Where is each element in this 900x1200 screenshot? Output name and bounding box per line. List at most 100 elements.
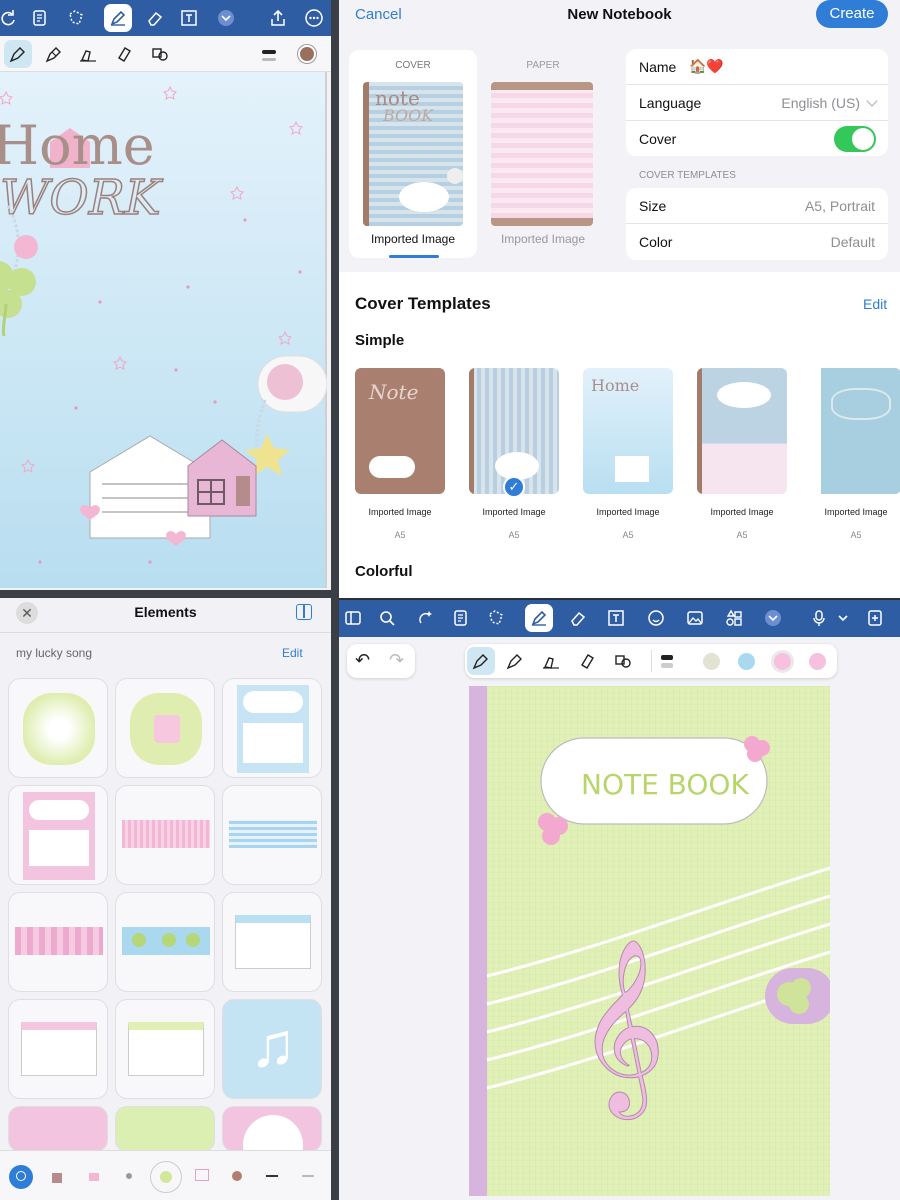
paper-tab-card[interactable]: PAPER Imported Image: [479, 50, 607, 258]
sticker-clover-icon[interactable]: [150, 1161, 182, 1193]
shape-tool-icon[interactable]: [609, 647, 637, 675]
edit-templates-button[interactable]: Edit: [863, 296, 887, 312]
highlighter-icon[interactable]: [573, 647, 601, 675]
stroke-width-thin-icon[interactable]: [661, 663, 673, 668]
eraser-icon[interactable]: [140, 4, 168, 32]
brush-pen-icon[interactable]: [74, 40, 102, 68]
template-pink-notebook[interactable]: [697, 368, 787, 494]
sidebar-icon[interactable]: [339, 604, 367, 632]
sticker-frame-icon[interactable]: [195, 1169, 209, 1181]
pen-tool-icon[interactable]: [104, 4, 132, 32]
sticker-dots-icon[interactable]: [126, 1173, 132, 1179]
split-divider-horizontal[interactable]: [0, 590, 331, 598]
fountain-pen-icon[interactable]: [4, 40, 32, 68]
language-value: English (US): [781, 95, 860, 111]
more-tools-chevron-icon[interactable]: [212, 4, 240, 32]
element-pink-note[interactable]: [8, 1106, 108, 1152]
size-value: A5, Portrait: [804, 198, 875, 214]
element-blue-memo[interactable]: [222, 892, 322, 992]
cover-tab-card[interactable]: COVER note BOOK Imported Image: [349, 50, 477, 258]
chevron-down-icon[interactable]: [829, 604, 857, 632]
redo-icon[interactable]: [0, 4, 22, 32]
sticker-pink-icon[interactable]: [89, 1173, 99, 1181]
simple-heading: Simple: [355, 332, 405, 349]
element-blue-card[interactable]: [222, 678, 322, 778]
recent-clock-icon[interactable]: [9, 1165, 33, 1189]
more-tools-chevron-icon[interactable]: [759, 604, 787, 632]
template-size: A5: [736, 530, 748, 540]
eraser-icon[interactable]: [563, 604, 591, 632]
homework-notebook-window: Home WORK: [0, 0, 331, 590]
element-pink-circle[interactable]: [222, 1106, 322, 1152]
blue-color-swatch[interactable]: [738, 653, 755, 670]
brush-pen-icon[interactable]: [537, 647, 565, 675]
document-icon[interactable]: [26, 4, 54, 32]
element-clover-glow[interactable]: [8, 678, 108, 778]
element-blue-stripe-tape[interactable]: [222, 785, 322, 885]
element-pink-memo[interactable]: [8, 999, 108, 1099]
name-value-field[interactable]: 🏠❤️: [689, 58, 724, 75]
notebook-title-text: NOTE BOOK: [581, 768, 749, 801]
element-music-note[interactable]: ♫: [222, 999, 322, 1099]
stroke-width-icon[interactable]: [661, 655, 673, 660]
template-blue-notebook[interactable]: [811, 368, 900, 494]
sticker-line-icon[interactable]: [266, 1175, 278, 1177]
element-pink-dot-tape[interactable]: [8, 892, 108, 992]
element-clover-tape[interactable]: [115, 892, 215, 992]
search-icon[interactable]: [373, 604, 401, 632]
element-pink-washi-tape[interactable]: [115, 785, 215, 885]
name-row[interactable]: Name 🏠❤️: [626, 49, 888, 85]
editor-toolbar: [339, 600, 900, 637]
element-green-note[interactable]: [115, 1106, 215, 1152]
pen-options-bar: [465, 644, 837, 678]
template-caption: Imported Image: [710, 507, 774, 517]
add-page-icon[interactable]: [861, 604, 889, 632]
image-icon[interactable]: [681, 604, 709, 632]
ai-sparkle-icon[interactable]: [411, 604, 439, 632]
share-icon[interactable]: [264, 4, 292, 32]
document-icon[interactable]: [447, 604, 475, 632]
cover-toggle[interactable]: [834, 126, 876, 152]
fountain-pen-icon[interactable]: [467, 647, 495, 675]
cream-color-swatch[interactable]: [703, 653, 720, 670]
redo-icon[interactable]: ↷: [389, 650, 404, 671]
template-brown-notebook[interactable]: Note: [355, 368, 445, 494]
pink-color-swatch-selected[interactable]: [771, 650, 794, 673]
ball-pen-icon[interactable]: [501, 647, 529, 675]
paper-preview: [491, 82, 593, 226]
undo-icon[interactable]: ↶: [355, 650, 370, 671]
text-box-icon[interactable]: [175, 4, 203, 32]
template-homework-notebook[interactable]: Home: [583, 368, 673, 494]
element-green-memo[interactable]: [115, 999, 215, 1099]
sticker-brown-icon[interactable]: [232, 1171, 242, 1181]
highlighter-icon[interactable]: [110, 40, 138, 68]
sticker-house-icon[interactable]: [52, 1173, 62, 1183]
album-edit-button[interactable]: Edit: [282, 646, 303, 660]
lasso-icon[interactable]: [482, 604, 510, 632]
stroke-width-thin-icon[interactable]: [262, 58, 276, 61]
color-row[interactable]: Color Default: [626, 224, 888, 260]
elements-icon[interactable]: [720, 604, 748, 632]
text-box-icon[interactable]: [602, 604, 630, 632]
sidebar-toggle-icon[interactable]: [296, 604, 312, 620]
split-divider[interactable]: [331, 0, 339, 1200]
album-name: my lucky song: [16, 646, 93, 660]
lasso-icon[interactable]: [62, 4, 90, 32]
more-options-icon[interactable]: [300, 4, 328, 32]
language-row[interactable]: Language English (US): [626, 85, 888, 121]
pen-tool-icon[interactable]: [525, 604, 553, 632]
template-caption: Imported Image: [368, 507, 432, 517]
pink-color-swatch[interactable]: [809, 653, 826, 670]
create-button[interactable]: Create: [816, 0, 888, 28]
ball-pen-icon[interactable]: [40, 40, 68, 68]
sticker-line-light-icon[interactable]: [302, 1175, 314, 1177]
size-row[interactable]: Size A5, Portrait: [626, 188, 888, 224]
shape-tool-icon[interactable]: [146, 40, 174, 68]
brown-color-swatch[interactable]: [298, 45, 316, 63]
undo-redo-group: ↶ ↷: [347, 644, 415, 678]
element-clover-cup[interactable]: [115, 678, 215, 778]
colorful-heading: Colorful: [355, 563, 413, 580]
sticker-icon[interactable]: [642, 604, 670, 632]
stroke-width-icon[interactable]: [262, 50, 276, 54]
element-pink-card[interactable]: [8, 785, 108, 885]
